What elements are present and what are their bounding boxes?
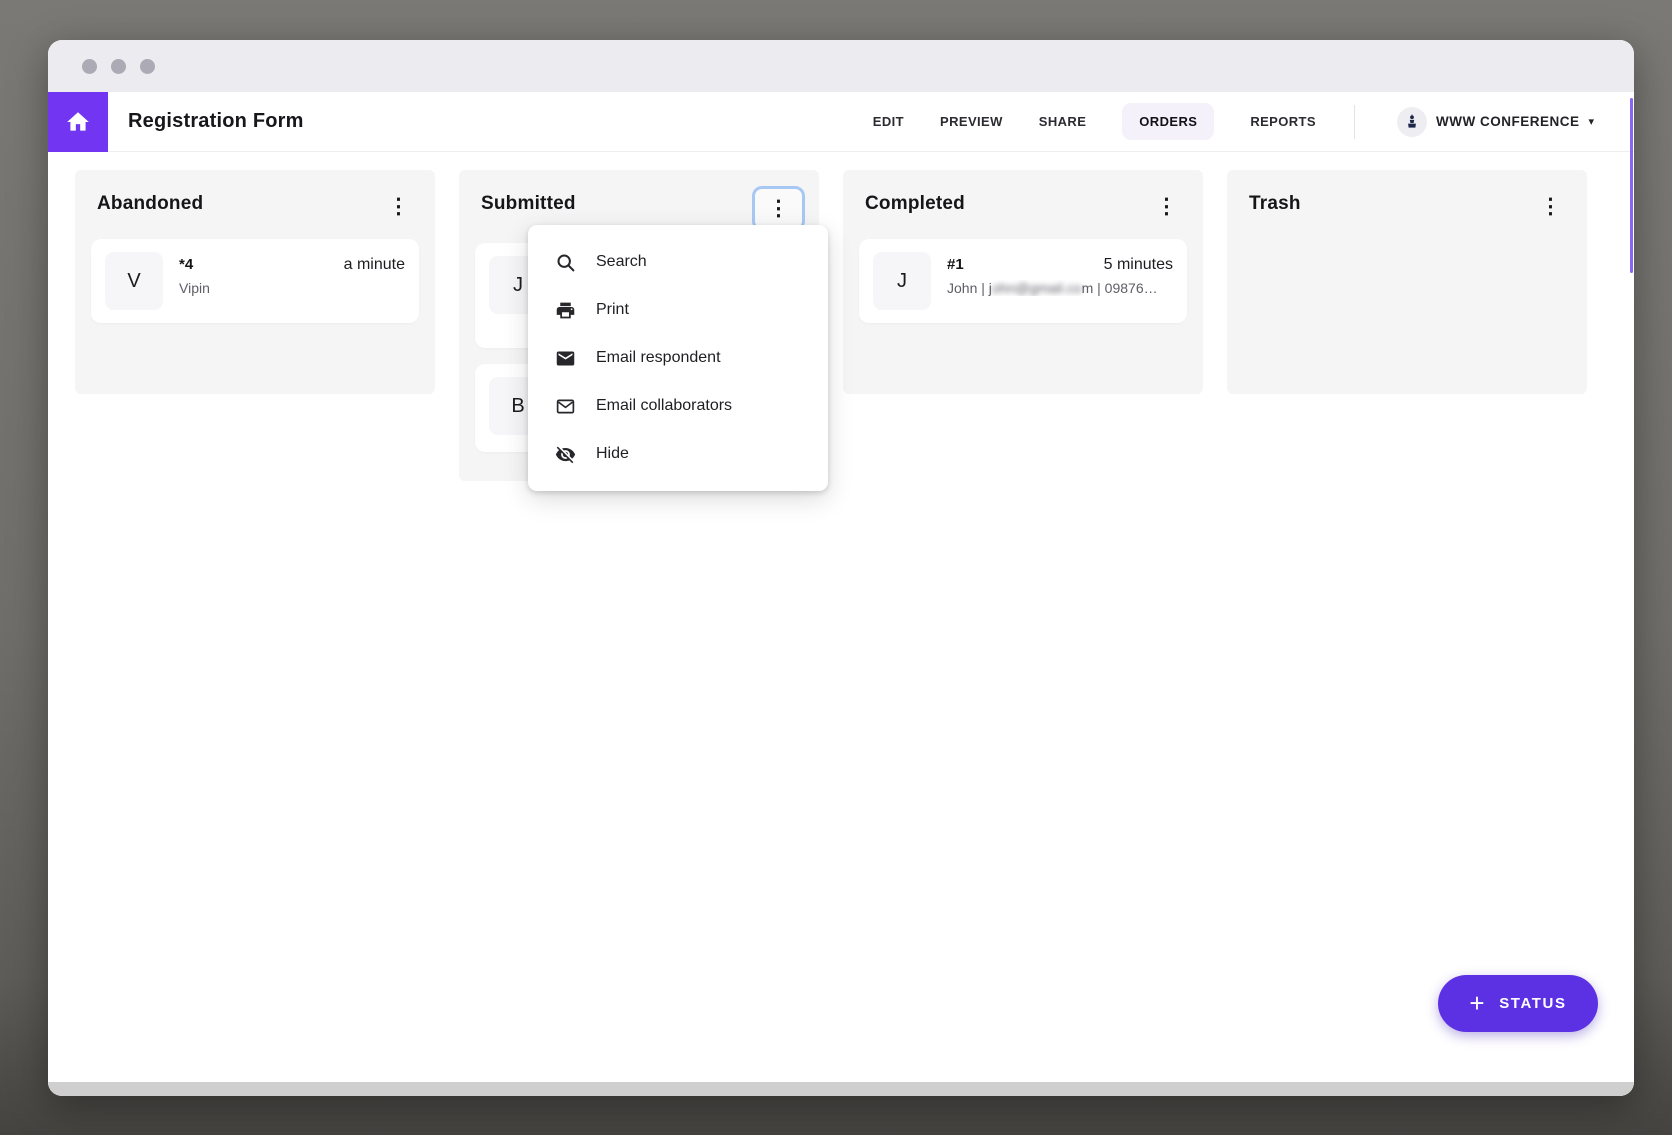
nav-tab-edit[interactable]: EDIT [873,114,904,129]
menu-item-email-collaborators[interactable]: Email collaborators [528,382,828,430]
order-time: 5 minutes [1104,256,1173,274]
nav-divider [1354,105,1355,139]
nav-tab-reports[interactable]: REPORTS [1250,114,1316,129]
conference-speaker-icon [1397,107,1427,137]
nav-tab-preview[interactable]: PREVIEW [940,114,1003,129]
column-completed: Completed ⋮ J #1 5 minutes John | john@g… [843,170,1203,394]
order-number: #1 [947,256,964,273]
menu-item-search[interactable]: Search [528,238,828,286]
home-icon [65,109,91,135]
column-title: Completed [865,186,965,215]
column-title: Trash [1249,186,1301,215]
order-number: *4 [179,256,193,273]
horizontal-scrollbar-track[interactable] [48,1082,1634,1096]
window-control-dot[interactable] [140,59,155,74]
column-menu-button[interactable]: ⋮ [376,186,421,227]
window-control-dot[interactable] [111,59,126,74]
order-card[interactable]: J #1 5 minutes John | john@gmail.com | 0… [859,239,1187,323]
print-icon [555,300,576,321]
chevron-down-icon: ▾ [1588,115,1594,128]
menu-item-hide[interactable]: Hide [528,430,828,478]
add-status-button[interactable]: + STATUS [1438,975,1598,1032]
column-trash: Trash ⋮ [1227,170,1587,394]
order-subtitle: Vipin [179,280,405,296]
app-window: Registration Form EDIT PREVIEW SHARE ORD… [48,40,1634,1096]
column-abandoned: Abandoned ⋮ V *4 a minute Vipin [75,170,435,394]
column-title: Submitted [481,186,576,215]
menu-item-print[interactable]: Print [528,286,828,334]
order-card[interactable]: V *4 a minute Vipin [91,239,419,323]
email-filled-icon [555,348,576,369]
nav-tab-share[interactable]: SHARE [1039,114,1087,129]
column-title: Abandoned [97,186,203,215]
account-menu[interactable]: WWW CONFERENCE ▾ [1397,107,1594,137]
avatar: V [105,252,163,310]
plus-icon: + [1469,990,1486,1016]
menu-item-email-respondent[interactable]: Email respondent [528,334,828,382]
page-title: Registration Form [128,110,304,133]
add-status-label: STATUS [1499,995,1566,1012]
window-control-dot[interactable] [82,59,97,74]
home-button[interactable] [48,92,108,152]
search-icon [555,252,576,273]
main-nav: EDIT PREVIEW SHARE ORDERS REPORTS WWW CO… [873,103,1634,140]
vertical-scrollbar-thumb[interactable] [1630,98,1633,273]
order-subtitle: John | john@gmail.com | 09876… [947,280,1173,296]
column-context-menu: Search Print Email respondent Email coll… [528,225,828,491]
hide-eye-off-icon [555,444,576,465]
redacted-email: ohn@gmail.co [992,280,1082,296]
window-titlebar [48,40,1634,92]
email-outline-icon [555,396,576,417]
status-columns: Abandoned ⋮ V *4 a minute Vipin [48,152,1634,481]
avatar: J [873,252,931,310]
account-label: WWW CONFERENCE [1436,114,1579,129]
column-menu-button[interactable]: ⋮ [1144,186,1189,227]
orders-board: Abandoned ⋮ V *4 a minute Vipin [48,152,1634,1096]
order-time: a minute [344,256,405,274]
app-header: Registration Form EDIT PREVIEW SHARE ORD… [48,92,1634,152]
nav-tab-orders[interactable]: ORDERS [1122,103,1214,140]
column-menu-button[interactable]: ⋮ [1528,186,1573,227]
